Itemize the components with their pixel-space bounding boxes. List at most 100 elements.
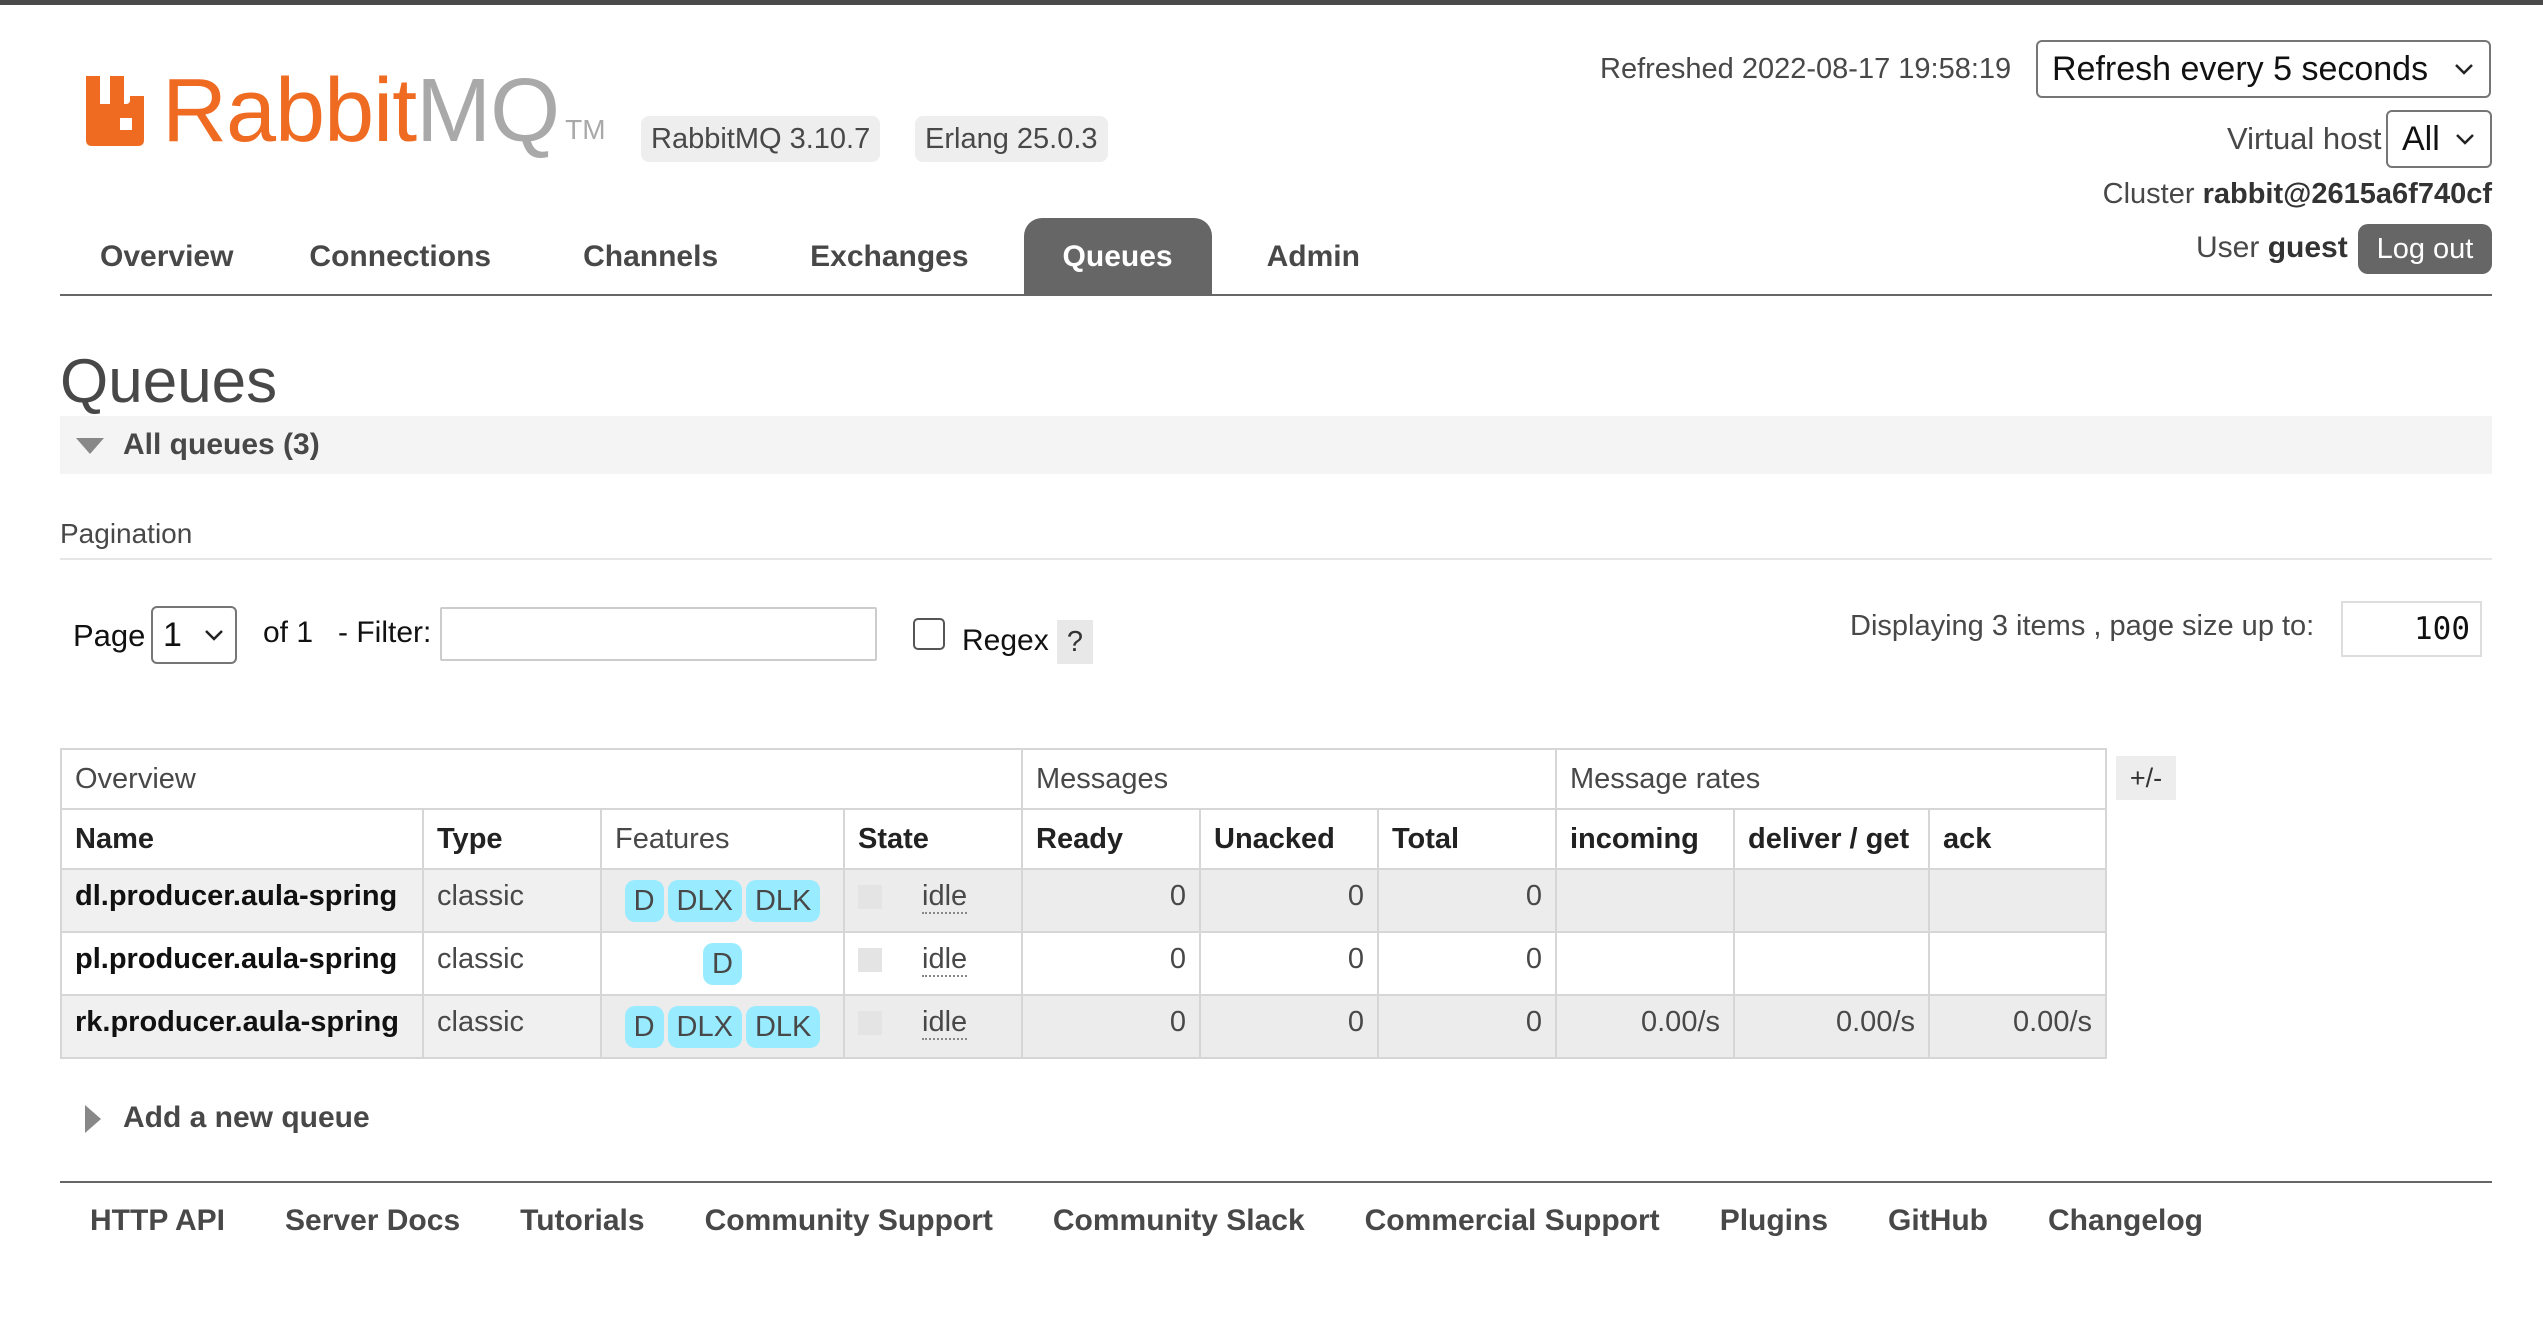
pagination-label: Pagination bbox=[60, 518, 193, 549]
deliver-get-rate bbox=[1733, 868, 1930, 933]
regex-checkbox[interactable] bbox=[913, 618, 945, 650]
regex-help-button[interactable]: ? bbox=[1057, 620, 1093, 664]
state-label: idle bbox=[922, 943, 968, 977]
footer-link-community-support[interactable]: Community Support bbox=[675, 1198, 1023, 1244]
chevron-down-icon bbox=[2456, 134, 2474, 145]
footer-link-github[interactable]: GitHub bbox=[1858, 1198, 2018, 1244]
logo-text-mq: MQ bbox=[416, 61, 560, 161]
page-title: Queues bbox=[60, 347, 278, 416]
erlang-version-badge: Erlang 25.0.3 bbox=[915, 116, 1108, 162]
queue-state: idle bbox=[843, 931, 1023, 996]
incoming-rate bbox=[1555, 868, 1735, 933]
ack-rate bbox=[1928, 931, 2107, 996]
footer-link-server-docs[interactable]: Server Docs bbox=[255, 1198, 490, 1244]
feature-tag-dlx: DLX bbox=[667, 1006, 742, 1048]
table-row: pl.producer.aula-spring classic D idle 0… bbox=[60, 931, 2107, 996]
logout-button[interactable]: Log out bbox=[2358, 224, 2492, 274]
feature-tag-durable: D bbox=[624, 1006, 664, 1048]
col-header-ready[interactable]: Ready bbox=[1021, 808, 1201, 870]
incoming-rate: 0.00/s bbox=[1555, 994, 1735, 1059]
total-count: 0 bbox=[1377, 994, 1557, 1059]
all-queues-section-header[interactable]: All queues (3) bbox=[60, 416, 2492, 474]
col-header-unacked[interactable]: Unacked bbox=[1199, 808, 1379, 870]
col-header-deliver-get[interactable]: deliver / get bbox=[1733, 808, 1930, 870]
footer-link-changelog[interactable]: Changelog bbox=[2018, 1198, 2233, 1244]
rabbitmq-management-page: Rabbit MQ TM RabbitMQ 3.10.7 Erlang 25.0… bbox=[0, 0, 2543, 1335]
cluster-name: rabbit@2615a6f740cf bbox=[2202, 178, 2492, 210]
ack-rate bbox=[1928, 868, 2107, 933]
displaying-items-label: Displaying 3 items , page size up to: bbox=[1850, 610, 2315, 642]
queues-table: Overview Messages Message rates Name Typ… bbox=[60, 748, 2107, 1059]
total-count: 0 bbox=[1377, 931, 1557, 996]
footer-link-tutorials[interactable]: Tutorials bbox=[490, 1198, 674, 1244]
unacked-count: 0 bbox=[1199, 931, 1379, 996]
col-header-type[interactable]: Type bbox=[422, 808, 602, 870]
tab-exchanges[interactable]: Exchanges bbox=[764, 218, 1023, 296]
add-queue-title: Add a new queue bbox=[123, 1101, 370, 1134]
queue-name-link[interactable]: pl.producer.aula-spring bbox=[60, 931, 424, 996]
page-select[interactable]: 1 bbox=[151, 606, 237, 664]
queue-name-link[interactable]: rk.producer.aula-spring bbox=[60, 994, 424, 1059]
queue-name-link[interactable]: dl.producer.aula-spring bbox=[60, 868, 424, 933]
refresh-interval-value: Refresh every 5 seconds bbox=[2052, 49, 2429, 88]
total-count: 0 bbox=[1377, 868, 1557, 933]
user-name: guest bbox=[2267, 231, 2348, 264]
filter-label: - Filter: bbox=[338, 616, 432, 649]
deliver-get-rate bbox=[1733, 931, 1930, 996]
state-label: idle bbox=[922, 1006, 968, 1040]
col-header-state[interactable]: State bbox=[843, 808, 1023, 870]
footer-link-commercial-support[interactable]: Commercial Support bbox=[1335, 1198, 1690, 1244]
chevron-down-icon bbox=[2455, 64, 2473, 75]
logo-trademark: TM bbox=[565, 114, 606, 145]
queue-type: classic bbox=[422, 994, 602, 1059]
queue-features: D bbox=[600, 931, 845, 996]
cluster-label: Cluster bbox=[2102, 178, 2195, 210]
column-toggle-button[interactable]: +/- bbox=[2116, 756, 2176, 800]
virtual-host-select[interactable]: All bbox=[2386, 110, 2492, 168]
footer-link-http-api[interactable]: HTTP API bbox=[60, 1198, 255, 1244]
queue-state: idle bbox=[843, 994, 1023, 1059]
virtual-host-label: Virtual host bbox=[2227, 121, 2382, 156]
regex-label: Regex bbox=[962, 624, 1049, 657]
col-header-ack[interactable]: ack bbox=[1928, 808, 2107, 870]
logo-text-rabbit: Rabbit bbox=[162, 61, 417, 161]
footer-links: HTTP API Server Docs Tutorials Community… bbox=[60, 1198, 2233, 1244]
refresh-interval-select[interactable]: Refresh every 5 seconds bbox=[2036, 40, 2491, 98]
feature-tag-dlk: DLK bbox=[745, 880, 821, 922]
footer-link-plugins[interactable]: Plugins bbox=[1690, 1198, 1858, 1244]
incoming-rate bbox=[1555, 931, 1735, 996]
unacked-count: 0 bbox=[1199, 994, 1379, 1059]
tab-queues[interactable]: Queues bbox=[1023, 218, 1212, 296]
main-nav: Overview Connections Channels Exchanges … bbox=[60, 218, 1400, 296]
page-count-label: of 1 bbox=[263, 616, 314, 649]
rabbitmq-logo[interactable]: Rabbit MQ TM bbox=[86, 66, 606, 156]
virtual-host-value: All bbox=[2402, 119, 2440, 158]
tab-overview[interactable]: Overview bbox=[60, 218, 273, 296]
col-header-total[interactable]: Total bbox=[1377, 808, 1557, 870]
queue-features: D DLX DLK bbox=[600, 868, 845, 933]
nav-divider bbox=[60, 294, 2492, 296]
filter-input[interactable] bbox=[440, 607, 877, 661]
rabbitmq-version-badge: RabbitMQ 3.10.7 bbox=[641, 116, 881, 162]
table-row: rk.producer.aula-spring classic D DLX DLK … bbox=[60, 994, 2107, 1059]
queue-state: idle bbox=[843, 868, 1023, 933]
user-label: User bbox=[2196, 231, 2260, 264]
tab-admin[interactable]: Admin bbox=[1212, 218, 1400, 296]
footer-link-community-slack[interactable]: Community Slack bbox=[1023, 1198, 1335, 1244]
ready-count: 0 bbox=[1021, 931, 1201, 996]
tab-channels[interactable]: Channels bbox=[537, 218, 764, 296]
feature-tag-durable: D bbox=[703, 943, 742, 985]
col-header-incoming[interactable]: incoming bbox=[1555, 808, 1735, 870]
col-header-name[interactable]: Name bbox=[60, 808, 424, 870]
state-indicator-icon bbox=[858, 1011, 882, 1036]
ack-rate: 0.00/s bbox=[1928, 994, 2107, 1059]
rabbit-logo-icon bbox=[86, 76, 144, 146]
user-info: User guest bbox=[2196, 231, 2348, 265]
table-row: dl.producer.aula-spring classic D DLX DLK … bbox=[60, 868, 2107, 933]
refreshed-timestamp: Refreshed 2022-08-17 19:58:19 bbox=[1600, 53, 2012, 85]
tab-connections[interactable]: Connections bbox=[273, 218, 537, 296]
page-size-input[interactable]: 100 bbox=[2341, 601, 2482, 657]
group-header-messages: Messages bbox=[1021, 748, 1557, 810]
group-header-overview: Overview bbox=[60, 748, 1023, 810]
footer-divider bbox=[60, 1181, 2492, 1183]
